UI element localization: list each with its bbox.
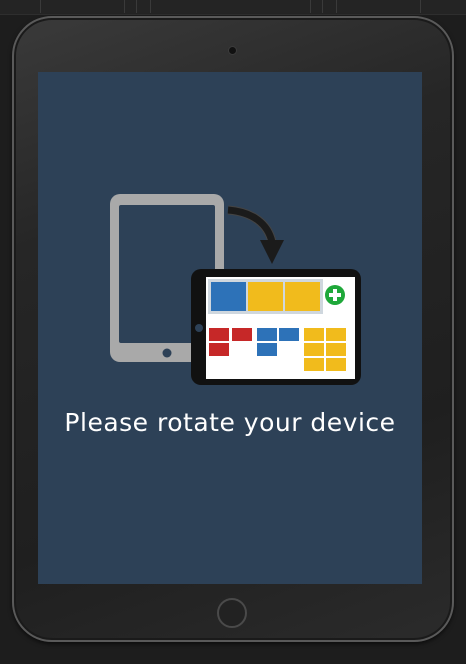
curved-arrow-icon	[227, 205, 284, 264]
camera-dot-icon	[228, 46, 237, 55]
tablet-landscape-icon	[191, 269, 361, 385]
divider	[322, 0, 323, 13]
divider	[40, 0, 41, 13]
divider	[136, 0, 137, 13]
tablet-frame: Please rotate your device	[12, 16, 454, 642]
divider	[420, 0, 421, 13]
home-button-icon[interactable]	[217, 598, 247, 628]
plus-circle-icon	[325, 285, 345, 305]
rotate-screen: Please rotate your device	[38, 72, 422, 584]
divider	[150, 0, 151, 13]
rotate-message: Please rotate your device	[64, 408, 396, 437]
rotate-illustration	[110, 194, 361, 385]
divider	[336, 0, 337, 13]
divider	[124, 0, 125, 13]
divider	[310, 0, 311, 13]
top-bar	[0, 0, 466, 15]
